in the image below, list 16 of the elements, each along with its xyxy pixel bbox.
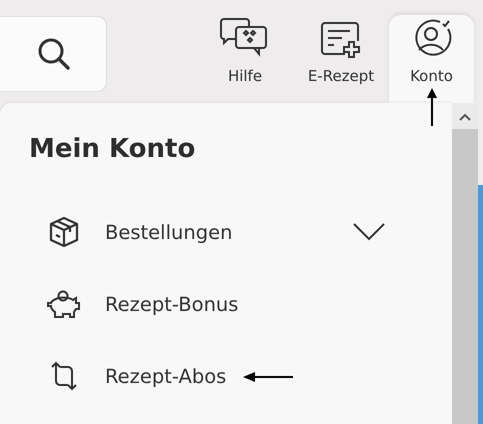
annotation-arrow [426, 88, 438, 126]
menu-item[interactable]: Rezept-Bonus [105, 292, 335, 316]
piggy-bank-icon [47, 289, 81, 319]
annotation-arrow [243, 371, 293, 383]
box-icon [47, 216, 81, 248]
nav-tab[interactable]: E-Rezept [293, 15, 389, 103]
menu-title: Mein Konto [29, 134, 196, 164]
search-field[interactable] [0, 16, 107, 92]
nav-tab[interactable]: Konto [389, 15, 474, 103]
menu-item[interactable]: Bestellungen [105, 220, 335, 244]
nav-tab[interactable]: Hilfe [197, 15, 293, 103]
chevron-icon[interactable] [353, 223, 385, 241]
menu-item[interactable]: Rezept-Abos [105, 364, 335, 388]
caret-up-icon [459, 113, 471, 121]
scroll-up-button[interactable] [452, 105, 478, 129]
search-icon [36, 36, 72, 72]
